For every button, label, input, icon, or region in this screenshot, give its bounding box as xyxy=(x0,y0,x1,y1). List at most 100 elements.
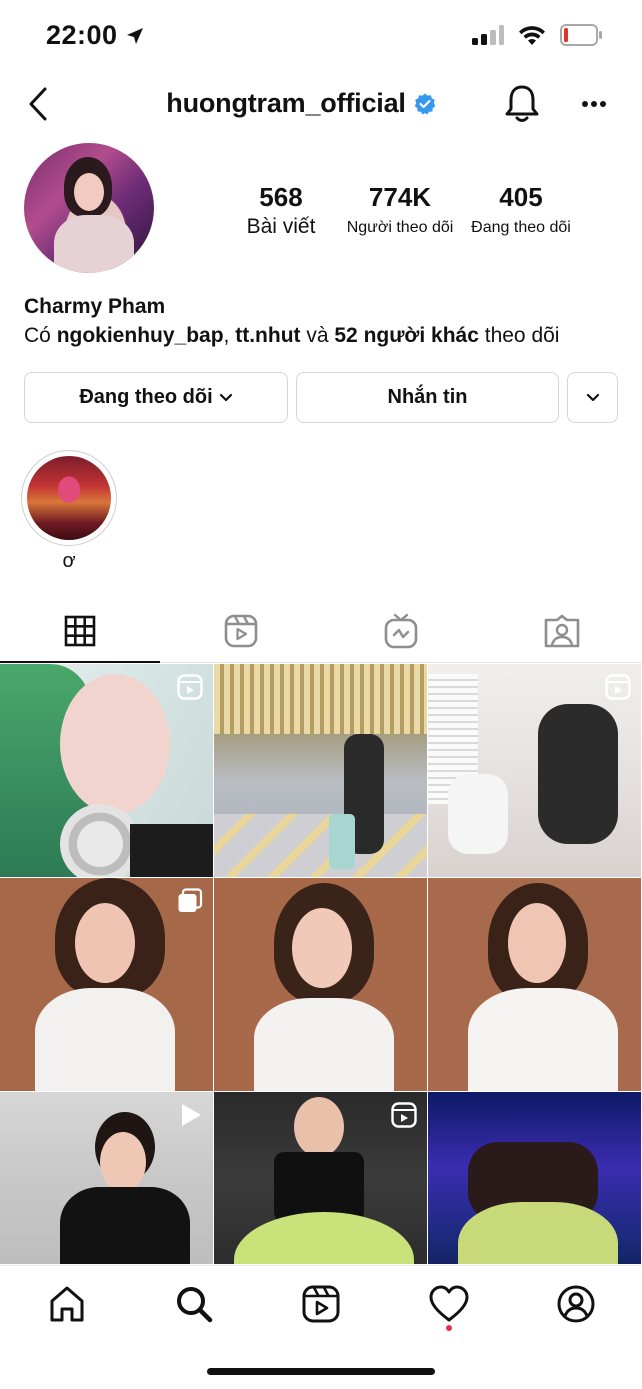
post-figure-skirt xyxy=(234,1212,414,1264)
post-figure-face xyxy=(60,674,170,814)
post-figure-dress xyxy=(468,988,618,1091)
grid-icon xyxy=(64,615,96,647)
followers-count-label: Người theo dõi xyxy=(346,219,454,236)
post-figure-face xyxy=(100,1132,146,1192)
following-button-label: Đang theo dõi xyxy=(79,386,213,408)
followed-by-and: và xyxy=(300,324,335,347)
post-thumbnail[interactable] xyxy=(0,664,213,877)
post-floor xyxy=(214,814,427,877)
post-figure-face xyxy=(508,903,566,983)
following-count-value: 405 xyxy=(499,182,543,212)
post-figure-dress xyxy=(35,988,175,1091)
post-thumbnail[interactable] xyxy=(428,878,641,1091)
posts-count-label: Bài viết xyxy=(246,215,316,238)
home-icon xyxy=(50,1286,84,1322)
post-figure-body xyxy=(60,1187,190,1264)
verified-badge-icon xyxy=(414,93,436,114)
posts-grid xyxy=(0,664,642,1264)
reels-badge-icon xyxy=(177,674,203,700)
post-dancers-skirts xyxy=(458,1202,618,1264)
activity-notification-dot xyxy=(446,1325,452,1331)
heart-icon xyxy=(429,1285,469,1322)
notifications-button[interactable] xyxy=(502,82,542,126)
tab-reels[interactable] xyxy=(161,600,321,662)
tagged-icon xyxy=(544,614,580,648)
status-time-text: 22:00 xyxy=(46,20,118,50)
post-figure-face xyxy=(292,908,352,988)
chevron-down-icon xyxy=(219,393,232,401)
following-count-label: Đang theo dõi xyxy=(471,219,571,236)
profile-tabs xyxy=(0,600,642,663)
nav-search[interactable] xyxy=(172,1282,216,1326)
reels-icon xyxy=(224,614,258,648)
bell-icon xyxy=(505,85,539,122)
followed-by-prefix: Có xyxy=(24,324,57,347)
post-figure-face xyxy=(75,903,135,983)
post-thumbnail[interactable] xyxy=(428,1092,641,1264)
signal-icon xyxy=(472,25,504,45)
status-time: 22:00 xyxy=(46,20,144,51)
post-suitcase xyxy=(329,814,355,869)
nav-profile[interactable] xyxy=(554,1282,598,1326)
post-figure-2 xyxy=(538,704,618,844)
profile-header: huongtram_official xyxy=(0,78,642,130)
followers-count[interactable]: 774K Người theo dõi xyxy=(340,182,460,237)
post-thumbnail[interactable] xyxy=(214,878,427,1091)
search-icon xyxy=(177,1287,213,1323)
post-thumbnail[interactable] xyxy=(0,1092,213,1264)
wifi-icon xyxy=(519,26,545,45)
profile-display-name: Charmy Pham xyxy=(24,295,166,318)
following-count[interactable]: 405 Đang theo dõi xyxy=(462,182,580,237)
reels-badge-icon xyxy=(391,1102,417,1128)
followed-by-others[interactable]: 52 người khác xyxy=(334,324,479,347)
message-button-label: Nhắn tin xyxy=(387,386,468,408)
microphone-icon xyxy=(60,804,140,877)
post-thumbnail[interactable] xyxy=(0,878,213,1091)
followed-by-user-2[interactable]: tt.nhut xyxy=(235,324,300,347)
suggested-accounts-button[interactable] xyxy=(567,372,618,423)
home-indicator xyxy=(207,1368,435,1375)
post-figure-dress xyxy=(254,998,394,1091)
reels-icon xyxy=(302,1285,340,1323)
nav-home[interactable] xyxy=(45,1282,89,1326)
post-figure-face xyxy=(294,1097,344,1157)
reels-badge-icon xyxy=(605,674,631,700)
avatar-figure-face xyxy=(74,173,104,211)
avatar-figure-body xyxy=(54,215,134,273)
tab-igtv[interactable] xyxy=(321,600,481,662)
followed-by-user-1[interactable]: ngokienhuy_bap xyxy=(57,324,224,347)
nav-reels[interactable] xyxy=(299,1282,343,1326)
username-text: huongtram_official xyxy=(166,88,406,118)
post-figure-body xyxy=(130,824,213,877)
followed-by-text[interactable]: Có ngokienhuy_bap, tt.nhut và 52 người k… xyxy=(24,324,559,348)
post-thumbnail[interactable] xyxy=(428,664,641,877)
video-play-icon xyxy=(182,1104,201,1126)
post-thumbnail[interactable] xyxy=(214,664,427,877)
status-bar: 22:00 xyxy=(0,0,642,72)
ellipsis-icon xyxy=(582,101,606,107)
more-options-button[interactable] xyxy=(572,82,616,126)
battery-icon xyxy=(560,24,602,46)
post-ceiling xyxy=(214,664,427,734)
following-button[interactable]: Đang theo dõi xyxy=(24,372,288,423)
story-highlight[interactable] xyxy=(21,450,117,546)
story-highlight-label: ơ xyxy=(62,550,76,572)
nav-activity[interactable] xyxy=(427,1282,471,1326)
location-arrow-icon xyxy=(126,27,143,44)
igtv-icon xyxy=(384,613,418,649)
followed-by-sep: , xyxy=(223,324,236,347)
header-username: huongtram_official xyxy=(0,88,642,119)
posts-count-value: 568 xyxy=(259,182,303,212)
post-thumbnail[interactable] xyxy=(214,1092,427,1264)
posts-count[interactable]: 568 Bài viết xyxy=(236,182,326,239)
followers-count-value: 774K xyxy=(368,182,432,212)
tab-posts-grid[interactable] xyxy=(0,600,160,663)
carousel-badge-icon xyxy=(178,888,203,912)
tab-tagged[interactable] xyxy=(482,600,642,662)
message-button[interactable]: Nhắn tin xyxy=(296,372,559,423)
followed-by-suffix: theo dõi xyxy=(478,324,560,347)
story-highlight-cover xyxy=(27,456,111,540)
profile-avatar[interactable] xyxy=(24,143,154,273)
post-figure-1 xyxy=(448,774,508,854)
chevron-down-icon xyxy=(586,393,599,401)
